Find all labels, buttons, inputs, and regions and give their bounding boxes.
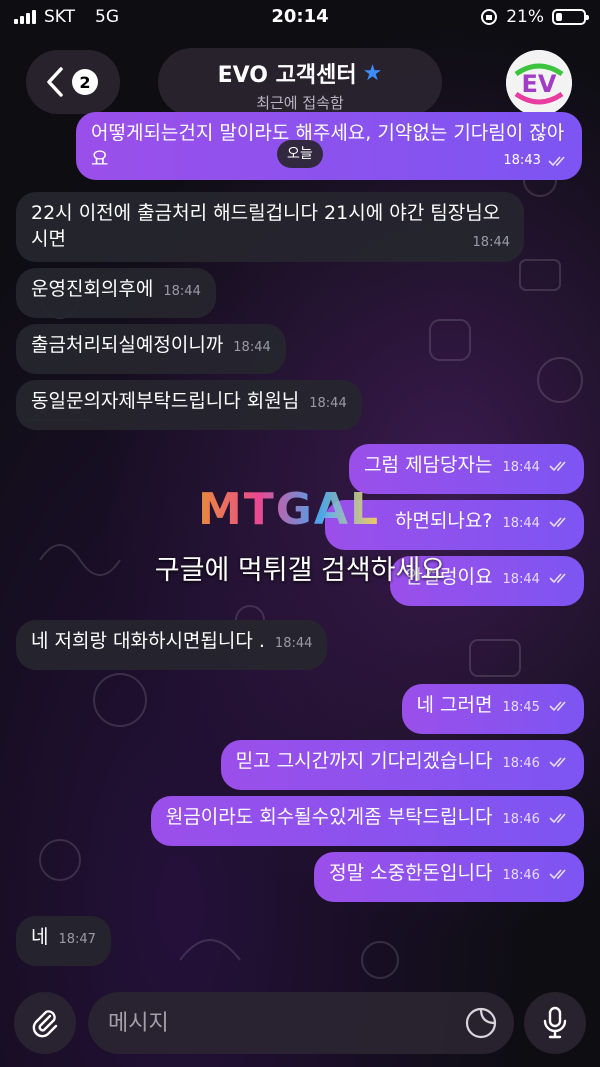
message-time: 18:44 bbox=[163, 284, 201, 299]
message-time: 18:44 bbox=[502, 516, 540, 531]
message-time: 18:44 bbox=[309, 396, 347, 411]
message-text: 그럼 제담당자는 bbox=[364, 454, 493, 476]
message-text: 어떻게되는건지 말이라도 해주세요, 기약없는 기다림이 잖아요 bbox=[91, 122, 565, 170]
double-check-icon bbox=[549, 516, 566, 527]
microphone-button[interactable] bbox=[524, 992, 586, 1054]
chat-title-area[interactable]: EVO 고객센터 ★ 최근에 접속함 bbox=[158, 48, 442, 116]
attach-button[interactable] bbox=[14, 992, 76, 1054]
message-bubble-incoming[interactable]: 네 저희랑 대화하시면됩니다 . 18:44 bbox=[16, 620, 328, 670]
watermark-text: 구글에 먹튀갤 검색하세요 bbox=[154, 555, 446, 586]
double-check-icon bbox=[549, 756, 566, 767]
message-time: 18:45 bbox=[502, 700, 540, 715]
message-bubble-outgoing[interactable]: 믿고 그시간까지 기다리겠습니다 18:46 bbox=[220, 740, 584, 790]
message-text: 운영진회의후에 bbox=[31, 278, 154, 300]
message-text: 정말 소중한돈입니다 bbox=[329, 862, 493, 884]
message-time: 18:47 bbox=[58, 932, 96, 947]
double-check-icon bbox=[549, 700, 566, 711]
status-bar: SKT 5G 20:14 21% bbox=[0, 0, 600, 34]
message-time: 18:44 bbox=[274, 636, 313, 651]
message-text: 출금처리되실예정이니까 bbox=[31, 334, 224, 356]
message-bubble-outgoing[interactable]: 네 그러면 18:45 bbox=[401, 684, 584, 734]
sticker-icon[interactable] bbox=[464, 1006, 498, 1040]
message-time: 18:44 bbox=[472, 235, 510, 250]
unread-count-badge: 2 bbox=[72, 69, 98, 95]
message-bubble-outgoing[interactable]: 정말 소중한돈입니다 18:46 bbox=[314, 852, 584, 902]
orientation-lock-icon bbox=[481, 9, 498, 25]
message-bubble-incoming[interactable]: 동일문의자제부탁드립니다 회원님 18:44 bbox=[16, 380, 362, 430]
message-time: 18:46 bbox=[502, 812, 540, 827]
chat-title: EVO 고객센터 bbox=[217, 63, 357, 88]
message-input[interactable] bbox=[88, 992, 514, 1054]
star-icon: ★ bbox=[362, 60, 383, 86]
message-text: 원금이라도 회수될수있게좀 부탁드립니다 bbox=[165, 806, 493, 828]
double-check-icon bbox=[549, 812, 566, 823]
double-check-icon bbox=[548, 155, 565, 166]
chevron-left-icon bbox=[47, 67, 63, 97]
battery-percent: 21% bbox=[506, 7, 544, 27]
watermark-logo: MTGAL bbox=[198, 484, 381, 535]
message-bubble-incoming[interactable]: 네 18:47 bbox=[16, 916, 111, 966]
message-text: 믿고 그시간까지 기다리겠습니다 bbox=[235, 750, 493, 772]
message-text: 네 저희랑 대화하시면됩니다 . bbox=[31, 630, 265, 652]
paperclip-icon bbox=[32, 1010, 58, 1038]
avatar-logo-text: EV bbox=[522, 70, 557, 98]
date-separator: 오늘 bbox=[277, 140, 323, 168]
message-text: 하면되나요? bbox=[394, 510, 493, 532]
message-time: 18:44 bbox=[502, 460, 540, 475]
double-check-icon bbox=[549, 460, 566, 471]
double-check-icon bbox=[549, 868, 566, 879]
back-button[interactable]: 2 bbox=[26, 50, 120, 114]
message-text: 22시 이전에 출금처리 해드릴겁니다 21시에 야간 팀장님오시면 bbox=[31, 202, 501, 250]
message-time: 18:44 bbox=[233, 340, 271, 355]
message-bubble-outgoing[interactable]: 그럼 제담당자는 18:44 bbox=[349, 444, 584, 494]
message-text: 동일문의자제부탁드립니다 회원님 bbox=[31, 390, 300, 412]
battery-icon bbox=[552, 9, 589, 25]
message-time: 18:43 bbox=[503, 153, 541, 168]
message-text: 네 그러면 bbox=[416, 694, 493, 716]
microphone-icon bbox=[543, 1006, 567, 1039]
message-bubble-incoming[interactable]: 22시 이전에 출금처리 해드릴겁니다 21시에 야간 팀장님오시면 18:44 bbox=[16, 192, 524, 262]
last-seen-status: 최근에 접속함 bbox=[256, 94, 344, 112]
message-bubble-outgoing[interactable]: 어떻게되는건지 말이라도 해주세요, 기약없는 기다림이 잖아요 18:43 bbox=[76, 112, 582, 180]
message-bubble-outgoing[interactable]: 원금이라도 회수될수있게좀 부탁드립니다 18:46 bbox=[150, 796, 584, 846]
message-bubble-incoming[interactable]: 운영진회의후에 18:44 bbox=[16, 268, 216, 318]
message-text: 네 bbox=[31, 926, 49, 948]
message-time: 18:46 bbox=[502, 756, 540, 771]
avatar[interactable]: EV bbox=[506, 50, 572, 116]
message-bubble-incoming[interactable]: 출금처리되실예정이니까 18:44 bbox=[16, 324, 286, 374]
message-time: 18:46 bbox=[502, 868, 540, 883]
